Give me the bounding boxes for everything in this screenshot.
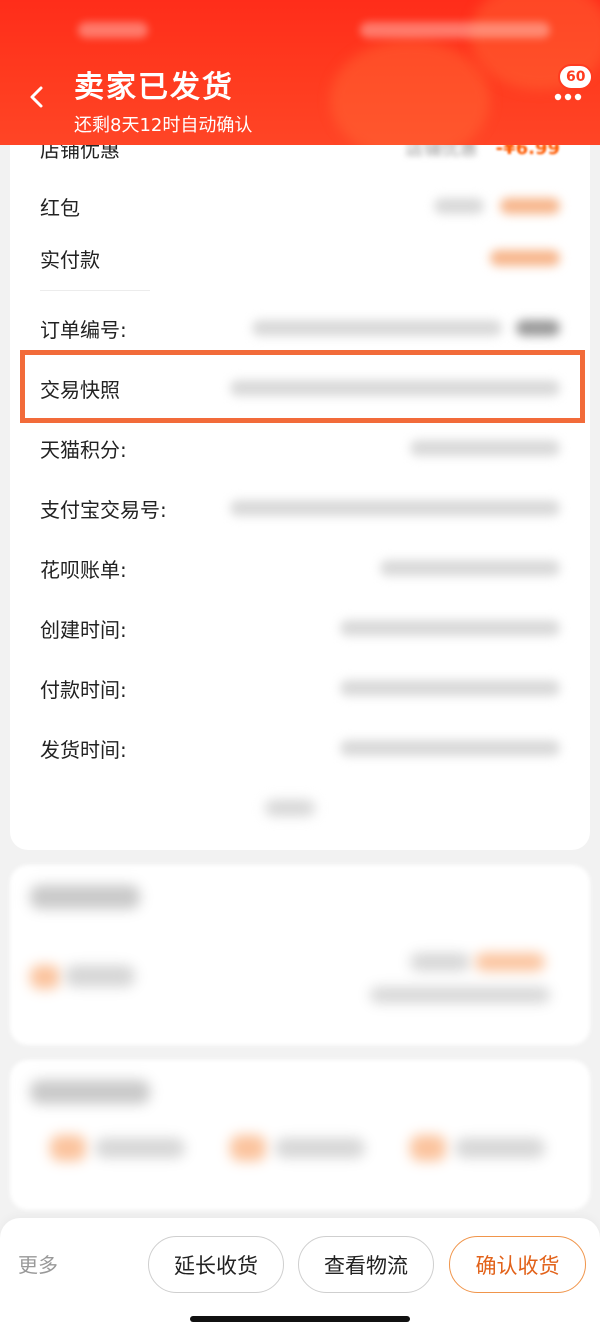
extend-receipt-button[interactable]: 延长收货 [148, 1236, 284, 1293]
paid-time-label: 付款时间: [40, 677, 127, 702]
actual-payment-amount [490, 250, 560, 266]
section-divider [40, 290, 150, 291]
actual-payment-label: 实付款 [40, 247, 100, 272]
view-logistics-button[interactable]: 查看物流 [298, 1236, 434, 1293]
blurred-icon [30, 965, 60, 989]
trade-snapshot-highlight [20, 350, 585, 423]
huabei-bill-value [380, 560, 560, 576]
red-packet-label: 红包 [40, 195, 80, 220]
copy-button[interactable] [516, 320, 560, 336]
actual-payment-row: 实付款 [40, 238, 560, 278]
page-title: 卖家已发货 [74, 70, 234, 105]
blurred-text [455, 1138, 545, 1158]
collapse-toggle[interactable] [265, 800, 315, 816]
blurred-text [275, 1138, 365, 1158]
blurred-text [65, 965, 135, 987]
order-status-header: 卖家已发货 还剩8天12时自动确认 60 [0, 0, 600, 145]
status-bar-icons [360, 22, 550, 38]
tmall-points-row: 天猫积分: [40, 428, 560, 468]
message-count-badge: 60 [558, 64, 594, 90]
blurred-icon [410, 1135, 446, 1161]
order-info-card: 店铺优惠 店铺优惠 -¥6.99 红包 实付款 订单编号: 交易快照 天猫积分:… [10, 120, 590, 850]
shipped-time-label: 发货时间: [40, 737, 127, 762]
blurred-price [475, 953, 545, 971]
blurred-service-card [10, 1060, 590, 1210]
status-bar-time [78, 22, 148, 38]
blurred-text [410, 953, 470, 971]
shipped-time-row: 发货时间: [40, 728, 560, 768]
blurred-text [95, 1138, 185, 1158]
alipay-trade-no-row: 支付宝交易号: [40, 488, 560, 528]
paid-time-value [340, 680, 560, 696]
blurred-icon [230, 1135, 266, 1161]
created-time-row: 创建时间: [40, 608, 560, 648]
huabei-bill-label: 花呗账单: [40, 557, 127, 582]
blurred-heading [30, 1080, 150, 1104]
confirm-receipt-button[interactable]: 确认收货 [449, 1236, 586, 1293]
blurred-icon [50, 1135, 86, 1161]
home-indicator [190, 1316, 410, 1322]
paid-time-row: 付款时间: [40, 668, 560, 708]
order-number-value [252, 320, 502, 336]
blurred-text [370, 987, 550, 1003]
auto-confirm-countdown: 还剩8天12时自动确认 [74, 115, 253, 136]
tmall-points-value [410, 440, 560, 456]
created-time-value [340, 620, 560, 636]
blurred-info-card [10, 865, 590, 1045]
order-number-row: 订单编号: [40, 308, 560, 348]
blurred-heading [30, 885, 140, 909]
header-decoration [330, 40, 490, 145]
red-packet-value [434, 198, 484, 214]
more-actions-link[interactable]: 更多 [18, 1249, 58, 1278]
chevron-left-icon [30, 86, 43, 108]
red-packet-amount [500, 198, 560, 214]
alipay-trade-no-value [230, 500, 560, 516]
alipay-trade-no-label: 支付宝交易号: [40, 497, 167, 522]
red-packet-row: 红包 [40, 186, 560, 226]
created-time-label: 创建时间: [40, 617, 127, 642]
order-number-label: 订单编号: [40, 317, 127, 342]
huabei-bill-row[interactable]: 花呗账单: [40, 548, 560, 588]
tmall-points-label: 天猫积分: [40, 437, 127, 462]
back-button[interactable] [22, 80, 52, 114]
shipped-time-value [340, 740, 560, 756]
